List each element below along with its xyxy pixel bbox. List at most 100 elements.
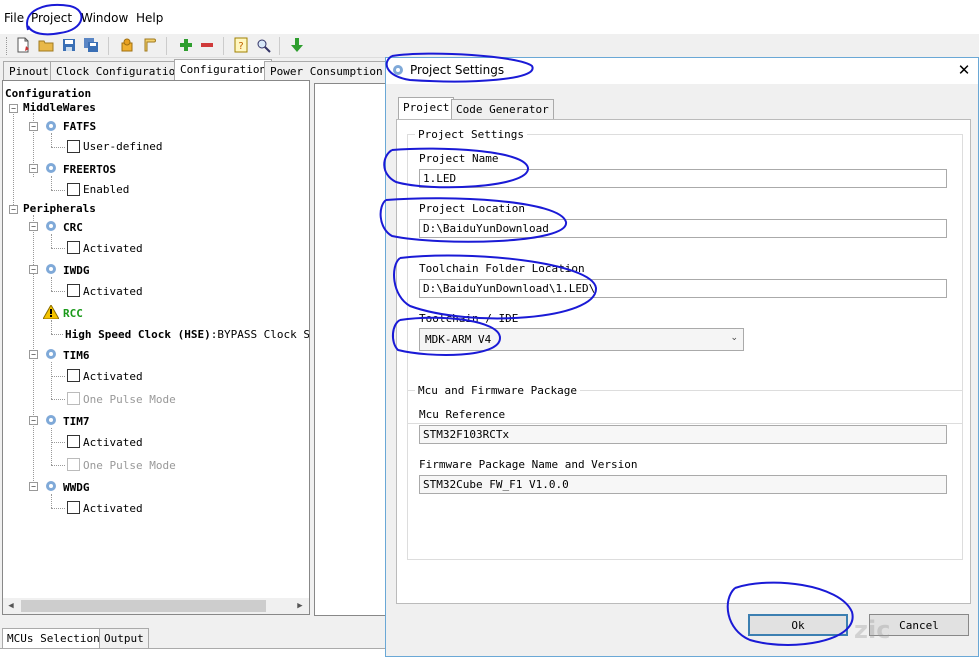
cancel-button[interactable]: Cancel: [869, 614, 969, 636]
tree-peripherals[interactable]: Peripherals: [23, 202, 96, 215]
save-all-icon[interactable]: [82, 36, 100, 54]
gear-icon: [45, 414, 57, 426]
collapse-toggle[interactable]: −: [9, 104, 18, 113]
new-project-icon[interactable]: [14, 36, 32, 54]
wwdg-activated-checkbox[interactable]: [67, 501, 80, 514]
tab-power-consumption[interactable]: Power Consumption C: [264, 61, 402, 80]
toolbar-separator: [279, 37, 280, 55]
collapse-toggle[interactable]: −: [29, 482, 38, 491]
tree-rcc[interactable]: RCC: [63, 307, 83, 320]
tree-connector: [51, 320, 52, 334]
add-icon[interactable]: [177, 36, 195, 54]
generate-code-icon[interactable]: [141, 36, 159, 54]
freertos-enabled-checkbox[interactable]: [67, 183, 80, 196]
open-folder-icon[interactable]: [37, 36, 55, 54]
toolchain-folder-input[interactable]: D:\BaiduYunDownload\1.LED\: [419, 279, 947, 298]
save-icon[interactable]: [60, 36, 78, 54]
tree-freertos[interactable]: FREERTOS: [63, 163, 116, 176]
toolchain-folder-label: Toolchain Folder Location: [419, 262, 585, 275]
tab-project[interactable]: Project: [398, 97, 455, 119]
tab-configuration[interactable]: Configuration: [174, 59, 273, 80]
configuration-tree: Configuration − MiddleWares − FATFS User…: [2, 80, 310, 615]
collapse-toggle[interactable]: −: [29, 350, 38, 359]
toolchain-ide-select[interactable]: MDK-ARM V4 ⌄: [419, 328, 744, 351]
menu-project[interactable]: Project: [31, 11, 72, 25]
dialog-title: Project Settings: [410, 63, 505, 77]
project-location-label: Project Location: [419, 202, 525, 215]
tree-horizontal-scrollbar[interactable]: ◀ ▶: [3, 598, 309, 614]
tab-pinout[interactable]: Pinout: [3, 61, 55, 80]
chevron-down-icon: ⌄: [730, 333, 738, 343]
project-name-input[interactable]: 1.LED: [419, 169, 947, 188]
tree-iwdg[interactable]: IWDG: [63, 264, 90, 277]
tree-connector: [51, 494, 52, 508]
collapse-toggle[interactable]: −: [29, 164, 38, 173]
tim6-one-pulse-checkbox: [67, 392, 80, 405]
fatfs-user-defined-label: User-defined: [83, 140, 163, 153]
project-settings-dialog: Project Settings ✕ Project Code Generato…: [385, 57, 979, 657]
tree-connector: [51, 442, 65, 443]
tree-connector: [51, 428, 52, 465]
tree-fatfs[interactable]: FATFS: [63, 120, 96, 133]
tim6-activated-label: Activated: [83, 370, 143, 383]
gear-icon: [45, 263, 57, 275]
menu-window[interactable]: Window: [81, 11, 128, 25]
tab-mcus-selection[interactable]: MCUs Selection: [2, 628, 105, 648]
help-icon[interactable]: ?: [232, 36, 250, 54]
about-icon[interactable]: [255, 36, 273, 54]
crc-activated-checkbox[interactable]: [67, 241, 80, 254]
download-icon[interactable]: [288, 36, 306, 54]
rcc-hse-setting[interactable]: High Speed Clock (HSE):BYPASS Clock S: [65, 328, 309, 341]
project-location-input[interactable]: D:\BaiduYunDownload: [419, 219, 947, 238]
project-tab-page: Project Settings Project Name 1.LED Proj…: [396, 119, 971, 604]
collapse-toggle[interactable]: −: [29, 122, 38, 131]
scrollbar-thumb[interactable]: [21, 600, 266, 612]
gear-icon: [45, 162, 57, 174]
collapse-toggle[interactable]: −: [29, 222, 38, 231]
tree-connector: [51, 190, 65, 191]
collapse-toggle[interactable]: −: [9, 205, 18, 214]
iwdg-activated-checkbox[interactable]: [67, 284, 80, 297]
tree-tim7[interactable]: TIM7: [63, 415, 90, 428]
gear-icon: [45, 480, 57, 492]
tree-crc[interactable]: CRC: [63, 221, 83, 234]
menu-help[interactable]: Help: [136, 11, 163, 25]
collapse-toggle[interactable]: −: [29, 265, 38, 274]
warning-icon: [42, 303, 60, 320]
tree-connector: [51, 362, 52, 399]
close-icon[interactable]: ✕: [956, 62, 972, 78]
tree-connector: [51, 465, 65, 466]
tree-connector: [51, 399, 65, 400]
remove-icon[interactable]: [198, 36, 216, 54]
wwdg-activated-label: Activated: [83, 502, 143, 515]
tab-code-generator[interactable]: Code Generator: [451, 99, 554, 119]
tree-connector: [51, 291, 65, 292]
dialog-titlebar[interactable]: Project Settings ✕: [386, 58, 978, 84]
tree-tim6[interactable]: TIM6: [63, 349, 90, 362]
tree-connector: [51, 133, 52, 147]
toolbar-separator: [166, 37, 167, 55]
fatfs-user-defined-checkbox[interactable]: [67, 140, 80, 153]
toolbar-separator: [108, 37, 109, 55]
tree-connector: [51, 147, 65, 148]
scroll-right-icon[interactable]: ▶: [294, 600, 306, 612]
menu-file[interactable]: File: [4, 11, 24, 25]
generate-report-icon[interactable]: [118, 36, 136, 54]
tree-connector: [51, 508, 65, 509]
collapse-toggle[interactable]: −: [29, 416, 38, 425]
scroll-left-icon[interactable]: ◀: [5, 600, 17, 612]
tab-output[interactable]: Output: [99, 628, 149, 648]
ok-button[interactable]: Ok: [748, 614, 848, 636]
mcu-firmware-group-label: Mcu and Firmware Package: [415, 384, 580, 397]
tree-connector: [51, 248, 65, 249]
crc-activated-label: Activated: [83, 242, 143, 255]
menu-bar: File Project Window Help: [0, 0, 979, 34]
tree-wwdg[interactable]: WWDG: [63, 481, 90, 494]
mcu-reference-field: STM32F103RCTx: [419, 425, 947, 444]
toolchain-ide-value: MDK-ARM V4: [425, 333, 492, 346]
tab-clock-configuration[interactable]: Clock Configuration: [50, 61, 188, 80]
tim7-activated-checkbox[interactable]: [67, 435, 80, 448]
firmware-field: STM32Cube FW_F1 V1.0.0: [419, 475, 947, 494]
tim6-activated-checkbox[interactable]: [67, 369, 80, 382]
svg-text:?: ?: [238, 41, 243, 52]
